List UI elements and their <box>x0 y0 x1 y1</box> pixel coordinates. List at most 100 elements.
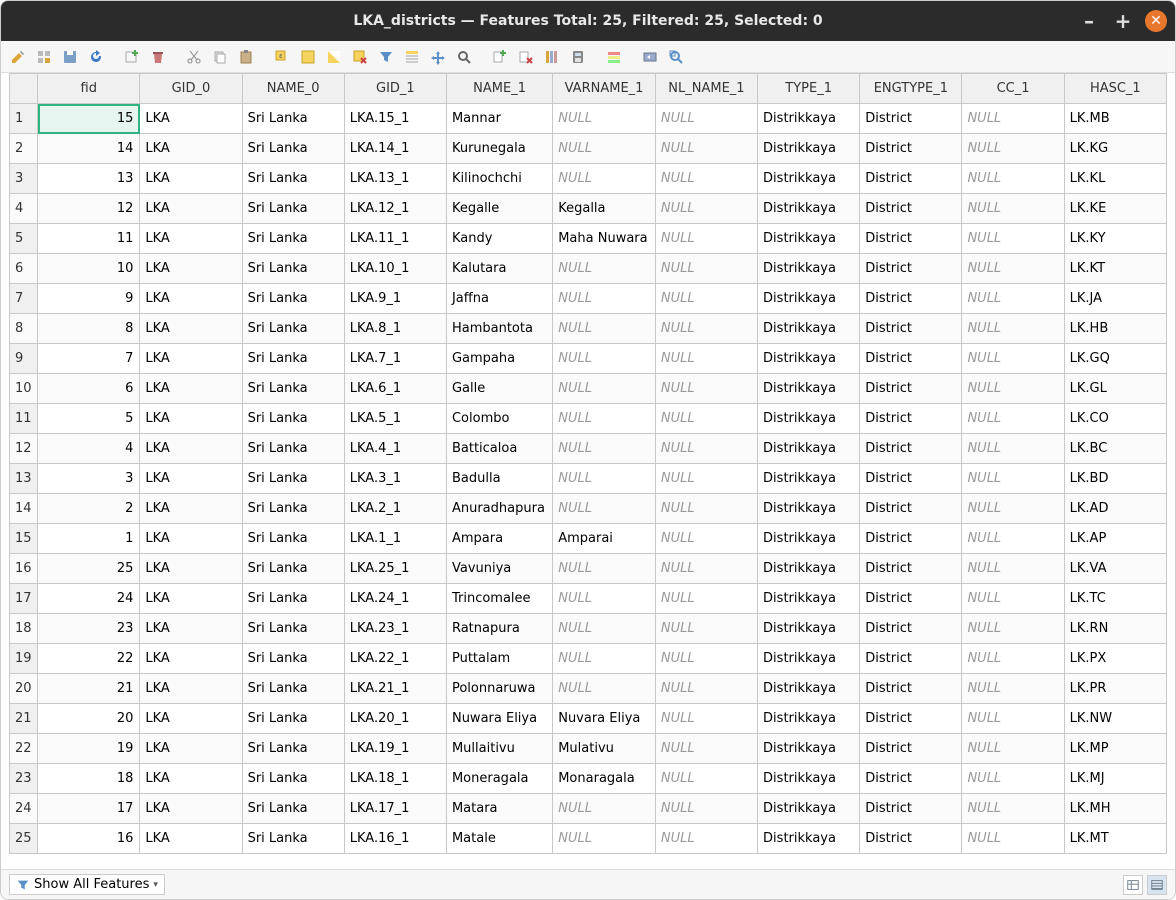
cell[interactable]: LKA <box>140 524 242 554</box>
cell[interactable]: NULL <box>655 764 757 794</box>
cell[interactable]: NULL <box>962 344 1064 374</box>
cell[interactable]: NULL <box>655 254 757 284</box>
row-header[interactable]: 17 <box>10 584 38 614</box>
cell[interactable]: NULL <box>962 734 1064 764</box>
cell[interactable]: Monaragala <box>553 764 656 794</box>
row-header[interactable]: 22 <box>10 734 38 764</box>
cell[interactable]: LK.TC <box>1064 584 1166 614</box>
cell[interactable]: Distrikkaya <box>758 554 860 584</box>
copy-button[interactable] <box>209 46 231 68</box>
cell[interactable]: District <box>860 794 962 824</box>
corner-cell[interactable] <box>10 74 38 104</box>
cell[interactable]: District <box>860 284 962 314</box>
invert-selection-button[interactable] <box>323 46 345 68</box>
row-header[interactable]: 1 <box>10 104 38 134</box>
select-all-button[interactable] <box>297 46 319 68</box>
dock-button[interactable] <box>665 46 687 68</box>
cell[interactable]: NULL <box>962 254 1064 284</box>
cell[interactable]: NULL <box>553 404 656 434</box>
cell[interactable]: Sri Lanka <box>242 584 344 614</box>
cell[interactable]: NULL <box>553 644 656 674</box>
cell[interactable]: Sri Lanka <box>242 554 344 584</box>
cell[interactable]: LKA <box>140 614 242 644</box>
multiedit-button[interactable] <box>33 46 55 68</box>
cell[interactable]: District <box>860 314 962 344</box>
cut-button[interactable] <box>183 46 205 68</box>
row-header[interactable]: 9 <box>10 344 38 374</box>
cell[interactable]: Distrikkaya <box>758 794 860 824</box>
col-header-varname1[interactable]: VARNAME_1 <box>553 74 656 104</box>
pan-to-selected-button[interactable] <box>427 46 449 68</box>
cell[interactable]: Sri Lanka <box>242 764 344 794</box>
col-header-engtype1[interactable]: ENGTYPE_1 <box>860 74 962 104</box>
row-header[interactable]: 5 <box>10 224 38 254</box>
cell[interactable]: LKA <box>140 584 242 614</box>
cell[interactable]: 24 <box>38 584 140 614</box>
cell[interactable]: LKA.3_1 <box>344 464 446 494</box>
form-view-button[interactable] <box>1147 875 1167 895</box>
cell[interactable]: NULL <box>962 554 1064 584</box>
cell[interactable]: LK.PR <box>1064 674 1166 704</box>
cell[interactable]: Mullaitivu <box>446 734 552 764</box>
table-view-button[interactable] <box>1123 875 1143 895</box>
cell[interactable]: NULL <box>962 224 1064 254</box>
cell[interactable]: LK.RN <box>1064 614 1166 644</box>
cell[interactable]: LK.KG <box>1064 134 1166 164</box>
cell[interactable]: 9 <box>38 284 140 314</box>
cell[interactable]: LKA <box>140 404 242 434</box>
toggle-edit-button[interactable] <box>7 46 29 68</box>
cell[interactable]: NULL <box>962 824 1064 854</box>
cell[interactable]: Distrikkaya <box>758 224 860 254</box>
cell[interactable]: 15 <box>38 104 140 134</box>
cell[interactable]: NULL <box>655 674 757 704</box>
show-features-filter-button[interactable]: Show All Features ▾ <box>9 874 165 895</box>
organize-columns-button[interactable] <box>541 46 563 68</box>
cell[interactable]: NULL <box>655 824 757 854</box>
cell[interactable]: LK.VA <box>1064 554 1166 584</box>
cell[interactable]: NULL <box>655 104 757 134</box>
cell[interactable]: Distrikkaya <box>758 734 860 764</box>
cell[interactable]: NULL <box>962 194 1064 224</box>
cell[interactable]: LK.KY <box>1064 224 1166 254</box>
cell[interactable]: 19 <box>38 734 140 764</box>
cell[interactable]: Sri Lanka <box>242 734 344 764</box>
cell[interactable]: LK.BD <box>1064 464 1166 494</box>
cell[interactable]: Sri Lanka <box>242 674 344 704</box>
cell[interactable]: 3 <box>38 464 140 494</box>
cell[interactable]: LKA <box>140 704 242 734</box>
cell[interactable]: NULL <box>655 584 757 614</box>
cell[interactable]: Puttalam <box>446 644 552 674</box>
actions-button[interactable] <box>639 46 661 68</box>
cell[interactable]: LKA.1_1 <box>344 524 446 554</box>
cell[interactable]: Distrikkaya <box>758 164 860 194</box>
cell[interactable]: Batticaloa <box>446 434 552 464</box>
cell[interactable]: NULL <box>655 614 757 644</box>
cell[interactable]: Sri Lanka <box>242 464 344 494</box>
cell[interactable]: District <box>860 584 962 614</box>
cell[interactable]: NULL <box>553 584 656 614</box>
cell[interactable]: 22 <box>38 644 140 674</box>
row-header[interactable]: 13 <box>10 464 38 494</box>
cell[interactable]: NULL <box>655 164 757 194</box>
cell[interactable]: NULL <box>655 494 757 524</box>
cell[interactable]: NULL <box>655 644 757 674</box>
cell[interactable]: NULL <box>962 464 1064 494</box>
cell[interactable]: Distrikkaya <box>758 674 860 704</box>
cell[interactable]: District <box>860 464 962 494</box>
cell[interactable]: Sri Lanka <box>242 794 344 824</box>
cell[interactable]: Hambantota <box>446 314 552 344</box>
cell[interactable]: LKA <box>140 284 242 314</box>
move-selection-top-button[interactable] <box>401 46 423 68</box>
cell[interactable]: Moneragala <box>446 764 552 794</box>
cell[interactable]: Amparai <box>553 524 656 554</box>
cell[interactable]: NULL <box>655 434 757 464</box>
cell[interactable]: LKA <box>140 794 242 824</box>
col-header-fid[interactable]: fid <box>38 74 140 104</box>
cell[interactable]: LKA.5_1 <box>344 404 446 434</box>
cell[interactable]: Maha Nuwara <box>553 224 656 254</box>
cell[interactable]: 20 <box>38 704 140 734</box>
cell[interactable]: LKA.10_1 <box>344 254 446 284</box>
col-header-gid0[interactable]: GID_0 <box>140 74 242 104</box>
cell[interactable]: NULL <box>655 524 757 554</box>
row-header[interactable]: 15 <box>10 524 38 554</box>
